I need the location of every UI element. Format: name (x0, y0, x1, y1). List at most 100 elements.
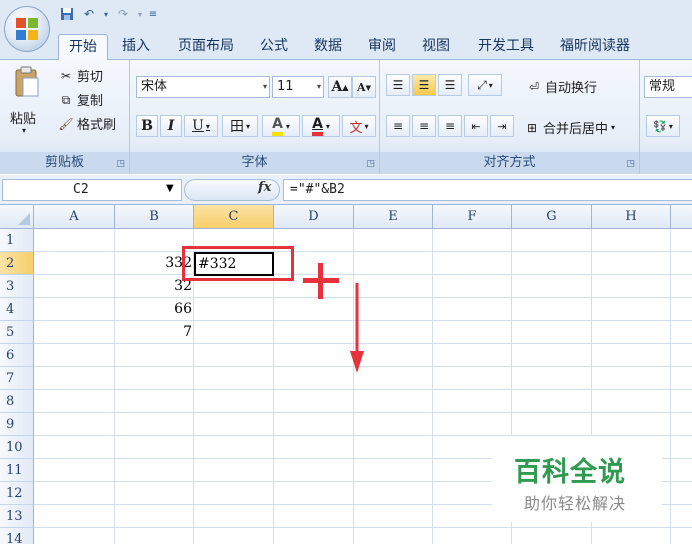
column-header-c[interactable]: C (194, 205, 274, 229)
row-header-13[interactable]: 13 (0, 505, 34, 528)
formula-input[interactable]: ="#"&B2 (283, 179, 692, 201)
accounting-dropdown-icon: ▾ (668, 121, 673, 131)
watermark-title: 百科全说 (514, 457, 626, 488)
shrink-font-button[interactable]: A ▼ (352, 76, 376, 98)
column-header-a[interactable]: A (34, 205, 115, 229)
grow-font-icon: A (331, 79, 343, 95)
row-header-12[interactable]: 12 (0, 482, 34, 505)
tab-developer[interactable]: 开发工具 (468, 34, 544, 60)
column-header-g[interactable]: G (512, 205, 592, 229)
decrease-indent-button[interactable]: ⇤ (464, 115, 488, 137)
align-bottom-button[interactable]: ☰ (438, 74, 462, 96)
undo-icon[interactable]: ↶ (80, 5, 98, 23)
fill-color-dropdown-icon: ▾ (285, 121, 290, 131)
watermark: 百科全说 助你轻松解决 (492, 436, 662, 522)
cell-b5[interactable]: 7 (115, 321, 192, 344)
alignment-launcher-icon[interactable]: ◳ (626, 159, 635, 169)
row-header-2[interactable]: 2 (0, 252, 34, 275)
fill-handle-plus-icon (303, 263, 339, 299)
shrink-font-icon: A (357, 80, 366, 94)
orientation-button[interactable]: ⤢ ▾ (468, 74, 502, 96)
alignment-group-label: 对齐方式 (380, 152, 639, 174)
row-header-7[interactable]: 7 (0, 367, 34, 390)
increase-indent-button[interactable]: ⇥ (490, 115, 514, 137)
align-middle-button[interactable]: ☰ (412, 74, 436, 96)
merge-center-button[interactable]: ⊞ 合并后居中 ▾ (524, 118, 615, 138)
tab-data[interactable]: 数据 (306, 34, 350, 60)
underline-button[interactable]: U ▾ (184, 115, 218, 137)
column-header-d[interactable]: D (274, 205, 354, 229)
align-top-button[interactable]: ☰ (386, 74, 410, 96)
align-right-button[interactable]: ≡ (438, 115, 462, 137)
row-header-4[interactable]: 4 (0, 298, 34, 321)
row-header-1[interactable]: 1 (0, 229, 34, 252)
font-size-box[interactable]: 11 ▾ (272, 76, 324, 98)
font-name-box[interactable]: 宋体 ▾ (136, 76, 270, 98)
cut-button[interactable]: ✂ 剪切 (58, 66, 103, 86)
column-header-b[interactable]: B (115, 205, 194, 229)
font-launcher-icon[interactable]: ◳ (366, 159, 375, 169)
phonetic-dropdown-icon: ▾ (364, 121, 369, 131)
bold-button[interactable]: B (136, 115, 158, 137)
row-header-14[interactable]: 14 (0, 528, 34, 544)
borders-dropdown-icon: ▾ (245, 121, 250, 131)
column-header-i[interactable] (671, 205, 692, 229)
row-header-9[interactable]: 9 (0, 413, 34, 436)
alignment-group: ☰ ☰ ☰ ⤢ ▾ ⏎ 自动换行 ≡ ≡ ≡ ⇤ ⇥ ⊞ 合并后居中 ▾ 对齐方… (380, 60, 640, 174)
paste-button[interactable]: 粘贴 ▾ (6, 64, 50, 144)
row-header-8[interactable]: 8 (0, 390, 34, 413)
copy-button[interactable]: ⧉ 复制 (58, 90, 103, 110)
row-header-6[interactable]: 6 (0, 344, 34, 367)
grow-font-button[interactable]: A ▲ (328, 76, 352, 98)
column-header-e[interactable]: E (354, 205, 433, 229)
row-header-11[interactable]: 11 (0, 459, 34, 482)
wrap-text-label: 自动换行 (545, 81, 598, 96)
font-color-button[interactable]: A ▾ (302, 115, 340, 137)
format-painter-button[interactable]: 🖌 格式刷 (58, 114, 116, 134)
grid-line (353, 229, 354, 544)
wrap-text-button[interactable]: ⏎ 自动换行 (526, 77, 598, 97)
row-header-5[interactable]: 5 (0, 321, 34, 344)
align-middle-icon: ☰ (418, 78, 430, 92)
tab-page-layout[interactable]: 页面布局 (168, 34, 244, 60)
cell-b3[interactable]: 32 (115, 275, 192, 298)
align-center-button[interactable]: ≡ (412, 115, 436, 137)
row-header-10[interactable]: 10 (0, 436, 34, 459)
cell-b4[interactable]: 66 (115, 298, 192, 321)
wrap-text-icon: ⏎ (528, 79, 540, 94)
align-right-icon: ≡ (444, 119, 456, 133)
clipboard-launcher-icon[interactable]: ◳ (116, 159, 125, 169)
office-button[interactable] (4, 6, 50, 52)
tab-insert[interactable]: 插入 (114, 34, 158, 60)
formula-bar: C2 ▼ fx ="#"&B2 (0, 175, 692, 205)
cell-b2[interactable]: 332 (115, 252, 192, 275)
name-box-dropdown-icon[interactable]: ▼ (166, 183, 174, 194)
fill-color-button[interactable]: A ▾ (262, 115, 300, 137)
decrease-indent-icon: ⇤ (471, 119, 481, 133)
customize-qat-icon[interactable]: ≡ (148, 5, 158, 23)
name-box[interactable]: C2 (2, 179, 182, 201)
select-all-corner[interactable] (0, 205, 34, 229)
number-format-box[interactable]: 常规 (644, 76, 692, 98)
text-orientation-icon: ⤢ (477, 77, 487, 92)
tab-view[interactable]: 视图 (414, 34, 458, 60)
increase-indent-icon: ⇥ (497, 119, 507, 133)
column-header-h[interactable]: H (592, 205, 671, 229)
align-top-icon: ☰ (392, 78, 404, 92)
redo-icon[interactable]: ↷ (114, 5, 132, 23)
italic-button[interactable]: I (160, 115, 182, 137)
row-header-3[interactable]: 3 (0, 275, 34, 298)
phonetic-guide-button[interactable]: 文 ▾ (342, 115, 376, 137)
borders-button[interactable]: 田 ▾ (222, 115, 258, 137)
redo-dropdown-icon[interactable]: ▾ (136, 5, 144, 23)
undo-dropdown-icon[interactable]: ▾ (102, 5, 110, 23)
tab-review[interactable]: 审阅 (360, 34, 404, 60)
column-header-f[interactable]: F (433, 205, 512, 229)
accounting-format-button[interactable]: 💱 ▾ (646, 115, 680, 137)
tab-home[interactable]: 开始 (58, 34, 108, 61)
tab-formulas[interactable]: 公式 (252, 34, 296, 60)
tab-foxit-reader[interactable]: 福昕阅读器 (550, 34, 640, 60)
save-icon[interactable] (58, 5, 76, 23)
align-left-button[interactable]: ≡ (386, 115, 410, 137)
insert-function-icon[interactable]: fx (258, 180, 271, 195)
